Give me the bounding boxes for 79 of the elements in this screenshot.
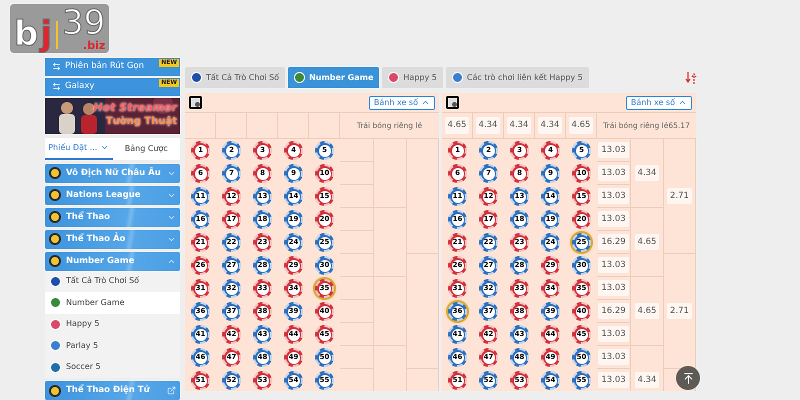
sidebar-tab[interactable]: Phiếu Đặt ... bbox=[45, 138, 112, 160]
table-cell bbox=[340, 162, 374, 185]
odds-value[interactable]: 13.03 bbox=[598, 326, 629, 342]
game-icon bbox=[388, 72, 400, 83]
odds-value[interactable]: 4.34 bbox=[476, 117, 500, 134]
game-icon bbox=[50, 297, 61, 308]
odds-value[interactable]: 13.03 bbox=[598, 280, 629, 296]
game-tab[interactable]: Các trò chơi liên kết Happy 5 bbox=[446, 67, 589, 88]
table-icon[interactable] bbox=[189, 96, 202, 109]
odds-value[interactable]: 4.65 bbox=[634, 234, 660, 250]
game-icon bbox=[50, 276, 61, 287]
table-cell bbox=[374, 208, 407, 277]
odds-value[interactable]: 2.71 bbox=[667, 302, 692, 320]
game-icon bbox=[294, 72, 306, 83]
arrow-up-icon bbox=[682, 372, 694, 384]
odds-value[interactable]: 4.34 bbox=[506, 117, 532, 134]
table-cell bbox=[374, 277, 407, 346]
table-icon[interactable] bbox=[446, 96, 459, 109]
game-tab[interactable]: Tất Cả Trò Chơi Số bbox=[185, 67, 286, 88]
chevron-up-icon bbox=[421, 98, 430, 107]
odds-value[interactable]: 13.03 bbox=[598, 188, 629, 204]
section-label: Thể Thao Ảo bbox=[66, 232, 126, 246]
odds-value[interactable]: 16.29 bbox=[598, 302, 629, 320]
sport-icon bbox=[49, 255, 61, 267]
sidebar-item[interactable]: Soccer 5 bbox=[45, 356, 180, 378]
table-cell bbox=[340, 346, 374, 369]
sidebar-item[interactable]: Number Game bbox=[45, 292, 180, 314]
odds-value[interactable]: 4.34 bbox=[634, 164, 660, 182]
wheel-dropdown[interactable]: Bánh xe số bbox=[626, 96, 692, 110]
sort-icon[interactable] bbox=[685, 70, 697, 84]
table-cell bbox=[340, 300, 374, 323]
sport-icon bbox=[49, 233, 61, 245]
game-tab[interactable]: Happy 5 bbox=[382, 67, 443, 88]
odds-value[interactable]: 2.71 bbox=[667, 188, 692, 204]
odds-value[interactable]: 13.03 bbox=[598, 372, 629, 388]
banner[interactable]: Hot Streamer Tường Thuật bbox=[45, 98, 180, 134]
odds-value[interactable]: 13.03 bbox=[598, 210, 629, 228]
odds-value[interactable]: 4.34 bbox=[538, 117, 562, 134]
section-label: Thể Thao Điện Tử bbox=[66, 384, 151, 397]
section-label: Number Game bbox=[66, 254, 136, 268]
odds-value[interactable]: 13.03 bbox=[598, 348, 629, 366]
game-icon bbox=[50, 340, 61, 352]
wheel-dropdown[interactable]: Bánh xe số bbox=[368, 96, 435, 110]
table-cell bbox=[340, 323, 374, 346]
chevron-up-icon bbox=[678, 98, 687, 107]
game-icon bbox=[452, 72, 463, 83]
table-cell bbox=[340, 231, 374, 254]
table-cell bbox=[340, 208, 374, 231]
game-icon bbox=[50, 362, 61, 373]
sport-icon bbox=[49, 167, 61, 179]
section-label: Thể Thao bbox=[66, 210, 111, 224]
odds-value[interactable]: 4.65 bbox=[634, 302, 660, 320]
sidebar-item[interactable]: Happy 5 bbox=[45, 314, 180, 335]
swap-icon bbox=[52, 62, 61, 71]
chevron-down-icon bbox=[100, 143, 110, 152]
sidebar-tab[interactable]: Bảng Cược bbox=[112, 138, 180, 160]
external-link-icon bbox=[167, 386, 176, 395]
section-label: Vô Địch Nữ Châu Âu bbox=[66, 166, 162, 180]
banner-subtitle: Tường Thuật bbox=[106, 114, 177, 128]
odds-value[interactable]: 13.03 bbox=[598, 142, 629, 158]
section-label: Nations League bbox=[66, 188, 142, 202]
swap-icon bbox=[52, 82, 61, 91]
odds-value[interactable]: 4.65 bbox=[444, 117, 470, 134]
odds-value[interactable]: 4.65 bbox=[568, 117, 594, 134]
game-icon bbox=[50, 318, 61, 330]
odds-value[interactable]: 16.29 bbox=[598, 234, 629, 250]
game-icon bbox=[191, 72, 202, 83]
odds-value[interactable]: 13.03 bbox=[598, 164, 629, 182]
banner-title: Hot Streamer bbox=[93, 100, 177, 114]
sport-icon bbox=[49, 189, 61, 201]
sidebar-item[interactable]: Parlay 5 bbox=[45, 335, 180, 356]
table-cell bbox=[340, 185, 374, 208]
sport-icon bbox=[49, 211, 61, 223]
table-cell bbox=[340, 254, 374, 277]
sport-icon bbox=[49, 384, 61, 396]
odds-value[interactable]: 13.03 bbox=[598, 256, 629, 274]
odds-value[interactable]: 4.34 bbox=[634, 372, 660, 388]
sidebar-item[interactable]: Tất Cả Trò Chơi Số bbox=[45, 270, 180, 292]
table-cell bbox=[340, 277, 374, 300]
